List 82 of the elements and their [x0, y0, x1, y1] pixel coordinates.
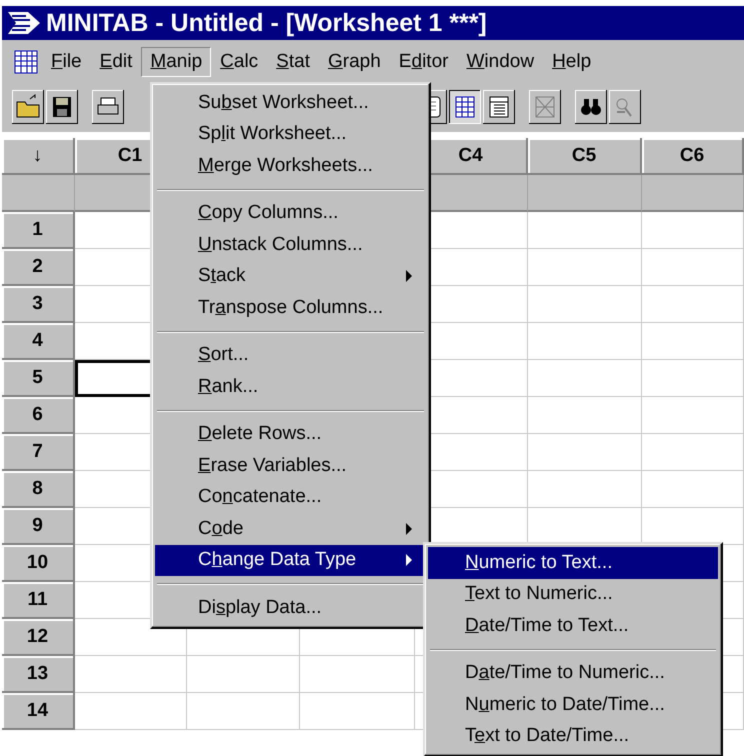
row-header[interactable]: 1 [2, 212, 75, 249]
table-cell[interactable] [642, 286, 744, 323]
menu-item[interactable]: Calc [211, 47, 268, 77]
row-header[interactable]: 14 [2, 693, 75, 730]
menu-item[interactable]: File [42, 47, 91, 77]
menu-item[interactable]: Rank... [155, 371, 426, 402]
menu-item[interactable]: Numeric to Date/Time... [428, 689, 718, 720]
row-header[interactable]: 12 [2, 619, 75, 656]
column-name-cell[interactable] [642, 175, 744, 212]
column-name-cell[interactable] [528, 175, 642, 212]
open-folder-icon[interactable] [12, 90, 44, 124]
row-header[interactable]: 8 [2, 471, 75, 508]
menu-item[interactable]: Date/Time to Numeric... [428, 658, 718, 689]
table-cell[interactable] [642, 323, 744, 360]
menu-item[interactable]: Delete Rows... [155, 418, 426, 450]
table-cell[interactable] [75, 656, 187, 693]
menu-item[interactable]: Change Data Type [155, 544, 426, 576]
column-header[interactable]: C6 [642, 138, 744, 175]
row-header[interactable] [2, 175, 75, 212]
window-title: MINITAB - Untitled - [Worksheet 1 ***] [46, 8, 487, 38]
column-header-corner[interactable]: ↓ [2, 138, 75, 175]
table-cell[interactable] [528, 397, 642, 434]
menu-item[interactable]: Transpose Columns... [155, 292, 426, 324]
save-icon[interactable] [46, 90, 78, 124]
table-cell[interactable] [187, 656, 300, 693]
table-cell[interactable] [642, 397, 744, 434]
menu-item[interactable]: Editor [390, 47, 458, 77]
binoculars-icon[interactable] [575, 90, 607, 124]
table-cell[interactable] [642, 360, 744, 397]
menu-item[interactable]: Code [155, 513, 426, 544]
table-cell[interactable] [528, 360, 642, 397]
row-header[interactable]: 3 [2, 286, 75, 323]
table-cell[interactable] [300, 656, 415, 693]
menu-item[interactable]: Subset Worksheet... [155, 87, 426, 118]
submenu-arrow-icon [406, 270, 412, 282]
row-header[interactable]: 11 [2, 582, 75, 619]
row-header[interactable]: 6 [2, 397, 75, 434]
menu-item[interactable]: Help [543, 47, 600, 77]
menu-item[interactable]: Erase Variables... [155, 450, 426, 482]
printer-icon[interactable] [92, 90, 124, 124]
menu-item[interactable]: Unstack Columns... [155, 229, 426, 260]
menu-item[interactable]: Concatenate... [155, 482, 426, 513]
menu-item[interactable]: Stat [267, 47, 319, 77]
table-cell[interactable] [642, 434, 744, 471]
menu-item[interactable]: Stack [155, 260, 426, 292]
table-cell[interactable] [528, 434, 642, 471]
menu-item[interactable]: Graph [318, 47, 390, 77]
row-header[interactable]: 4 [2, 323, 75, 360]
table-cell[interactable] [642, 471, 744, 508]
table-cell[interactable] [528, 471, 642, 508]
worksheet-grid-icon[interactable] [449, 90, 481, 124]
list-icon[interactable] [483, 90, 515, 124]
table-cell[interactable] [642, 249, 744, 286]
menu-item[interactable]: Text to Numeric... [428, 578, 718, 610]
menu-item[interactable]: Numeric to Text... [428, 547, 718, 578]
submenu-arrow-icon [406, 522, 412, 535]
row-header[interactable]: 9 [2, 508, 75, 545]
table-cell[interactable] [187, 693, 300, 730]
row-header[interactable]: 13 [2, 656, 75, 693]
table-cell[interactable] [528, 286, 642, 323]
submenu-arrow-icon [406, 554, 412, 566]
row-header[interactable]: 7 [2, 434, 75, 471]
app-logo-icon [8, 10, 40, 36]
row-header[interactable]: 5 [2, 360, 75, 397]
table-cell[interactable] [528, 212, 642, 249]
menu-item[interactable]: Copy Columns... [155, 198, 426, 229]
menu-item[interactable]: Manip [141, 47, 212, 77]
menu-item[interactable]: Edit [90, 47, 142, 77]
column-header[interactable]: C5 [528, 138, 642, 175]
menu-item[interactable]: Text to Date/Time... [428, 720, 718, 752]
row-header[interactable]: 10 [2, 545, 75, 582]
table-cell[interactable] [75, 693, 187, 730]
menu-item[interactable]: Window [457, 47, 544, 77]
menu-item[interactable]: Display Data... [155, 592, 426, 624]
menu-item[interactable]: Sort... [155, 340, 426, 371]
table-cell[interactable] [642, 212, 744, 249]
menu-item[interactable]: Date/Time to Text... [428, 610, 718, 642]
worksheet-icon[interactable] [14, 50, 38, 74]
row-header[interactable]: 2 [2, 249, 75, 286]
table-cell[interactable] [528, 249, 642, 286]
table-cell[interactable] [300, 693, 415, 730]
table-cell[interactable] [528, 323, 642, 360]
